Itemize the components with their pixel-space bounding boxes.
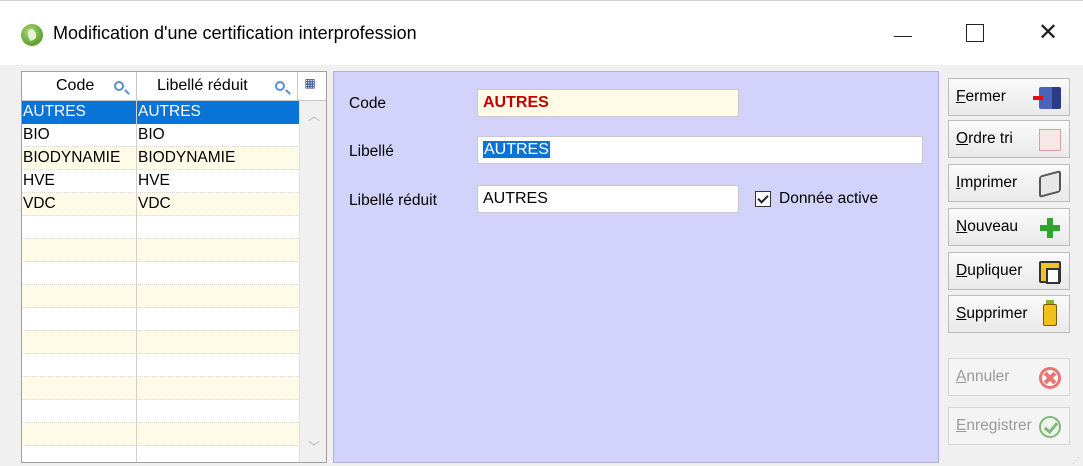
button-label: Fermer	[956, 88, 1006, 105]
table-row[interactable]	[22, 285, 299, 308]
column-header-code-label: Code	[56, 77, 95, 94]
save-check-icon	[1039, 416, 1061, 438]
trash-icon	[1043, 300, 1057, 326]
window-title: Modification d'une certification interpr…	[53, 23, 417, 43]
dupliquer-button[interactable]: Dupliquer	[948, 252, 1070, 290]
table-row[interactable]: VDC VDC	[22, 193, 299, 216]
search-libelle-icon[interactable]	[275, 81, 285, 91]
duplicate-icon	[1039, 261, 1061, 284]
dialog-window: Modification d'une certification interpr…	[0, 0, 1083, 466]
minimize-icon	[894, 35, 912, 37]
libelle-selected-text: AUTRES	[483, 141, 550, 158]
imprimer-button[interactable]: Imprimer	[948, 164, 1070, 202]
title-bar[interactable]: Modification d'une certification interpr…	[0, 1, 1083, 65]
button-label: Imprimer	[956, 174, 1018, 191]
table-row[interactable]: BIO BIO	[22, 124, 299, 147]
close-button[interactable]: ✕	[1013, 1, 1083, 65]
button-label: Annuler	[956, 368, 1010, 385]
resize-grip-icon[interactable]: ⋰	[1072, 456, 1080, 465]
column-header-code[interactable]: Code	[22, 72, 137, 100]
column-header-libelle[interactable]: Libellé réduit	[137, 72, 298, 100]
table-row[interactable]: HVE HVE	[22, 170, 299, 193]
button-label: Dupliquer	[956, 262, 1023, 279]
table-row[interactable]	[22, 262, 299, 285]
table-row[interactable]: AUTRES AUTRES	[22, 101, 299, 124]
button-label: Supprimer	[956, 305, 1028, 322]
button-label: Enregistrer	[956, 417, 1032, 434]
libelle-reduit-field[interactable]: AUTRES	[477, 185, 739, 213]
active-checkbox[interactable]	[755, 191, 771, 207]
cancel-icon	[1039, 367, 1061, 389]
grid-rows: AUTRES AUTRES BIO BIO BIODYNAMIE BIODYNAMIE HV…	[22, 101, 299, 446]
grid-header: Code Libellé réduit ▦	[22, 72, 326, 101]
search-code-icon[interactable]	[114, 81, 124, 91]
cell-code: AUTRES	[23, 103, 86, 120]
active-label[interactable]: Donnée active	[779, 190, 878, 208]
table-row[interactable]	[22, 377, 299, 400]
button-label: Ordre tri	[956, 130, 1013, 147]
scroll-up-icon[interactable]: ︿	[308, 110, 320, 122]
libelle-reduit-label: Libellé réduit	[349, 192, 437, 209]
cell-libelle: HVE	[138, 172, 170, 189]
table-row[interactable]: BIODYNAMIE BIODYNAMIE	[22, 147, 299, 170]
cell-libelle: BIO	[138, 126, 165, 143]
minimize-button[interactable]	[872, 1, 934, 65]
column-header-libelle-label: Libellé réduit	[157, 77, 248, 94]
cell-code: HVE	[23, 172, 55, 189]
table-row[interactable]	[22, 354, 299, 377]
nouveau-button[interactable]: Nouveau	[948, 208, 1070, 246]
column-separator	[136, 101, 137, 462]
cell-libelle: BIODYNAMIE	[138, 149, 236, 166]
libelle-field[interactable]: AUTRES	[477, 136, 923, 164]
cell-libelle: VDC	[138, 195, 171, 212]
table-row[interactable]	[22, 331, 299, 354]
cell-code: VDC	[23, 195, 56, 212]
printer-icon	[1039, 170, 1061, 198]
plus-icon	[1039, 217, 1061, 239]
button-label: Nouveau	[956, 218, 1019, 235]
column-picker-icon[interactable]: ▦	[302, 75, 318, 91]
supprimer-button[interactable]: Supprimer	[948, 295, 1070, 333]
table-row[interactable]	[22, 308, 299, 331]
certification-grid[interactable]: Code Libellé réduit ▦ AUTRES AUTRES BIO BIO…	[21, 71, 327, 463]
cell-code: BIO	[23, 126, 50, 143]
scroll-down-icon[interactable]: ﹀	[308, 441, 320, 453]
table-row[interactable]	[22, 400, 299, 423]
grid-scrollbar[interactable]: ︿ ﹀	[299, 101, 326, 462]
close-icon: ✕	[1037, 19, 1059, 46]
table-row[interactable]	[22, 423, 299, 446]
table-row[interactable]	[22, 239, 299, 262]
detail-form: Code AUTRES Libellé AUTRES Libellé rédui…	[333, 71, 939, 463]
ordre-tri-button[interactable]: Ordre tri	[948, 120, 1070, 158]
cell-code: BIODYNAMIE	[23, 149, 121, 166]
cell-libelle: AUTRES	[138, 103, 201, 120]
exit-door-icon	[1033, 87, 1061, 109]
fermer-button[interactable]: Fermer	[948, 78, 1070, 116]
app-leaf-icon	[21, 24, 43, 46]
maximize-icon	[966, 24, 984, 42]
libelle-label: Libellé	[349, 143, 394, 160]
enregistrer-button[interactable]: Enregistrer	[948, 407, 1070, 445]
code-label: Code	[349, 95, 387, 112]
sort-order-icon	[1039, 129, 1061, 151]
maximize-button[interactable]	[944, 1, 1006, 65]
annuler-button[interactable]: Annuler	[948, 358, 1070, 396]
code-field[interactable]: AUTRES	[477, 89, 739, 117]
table-row[interactable]	[22, 216, 299, 239]
